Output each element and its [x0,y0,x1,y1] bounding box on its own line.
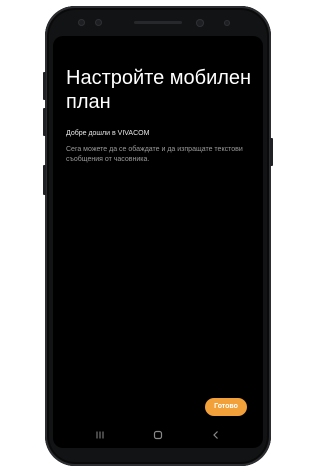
bixby-button [43,165,46,195]
back-icon [213,431,218,439]
recent-apps-icon [96,431,104,439]
home-icon [153,430,163,440]
sensor-icon [78,19,85,26]
navigation-bar [53,424,263,448]
recent-apps-button[interactable] [91,428,109,442]
welcome-text: Добре дошли в VIVACOM [66,130,150,137]
power-button [270,138,273,166]
screen: Настройте мобилен план Добре дошли в VIV… [53,36,263,448]
stage: Настройте мобилен план Добре дошли в VIV… [0,0,317,475]
volume-up-button [43,72,46,100]
earpiece-speaker [134,21,182,24]
proximity-sensor-icon [224,20,230,26]
front-camera-icon [196,19,204,27]
description-text: Сега можете да се обаждате и да изпращат… [66,146,243,163]
home-button[interactable] [149,428,167,442]
done-button[interactable]: Готово [205,398,247,416]
page-title: Настройте мобилен план [66,67,252,113]
iris-sensor-icon [95,19,102,26]
back-button[interactable] [207,428,225,442]
volume-down-button [43,108,46,136]
